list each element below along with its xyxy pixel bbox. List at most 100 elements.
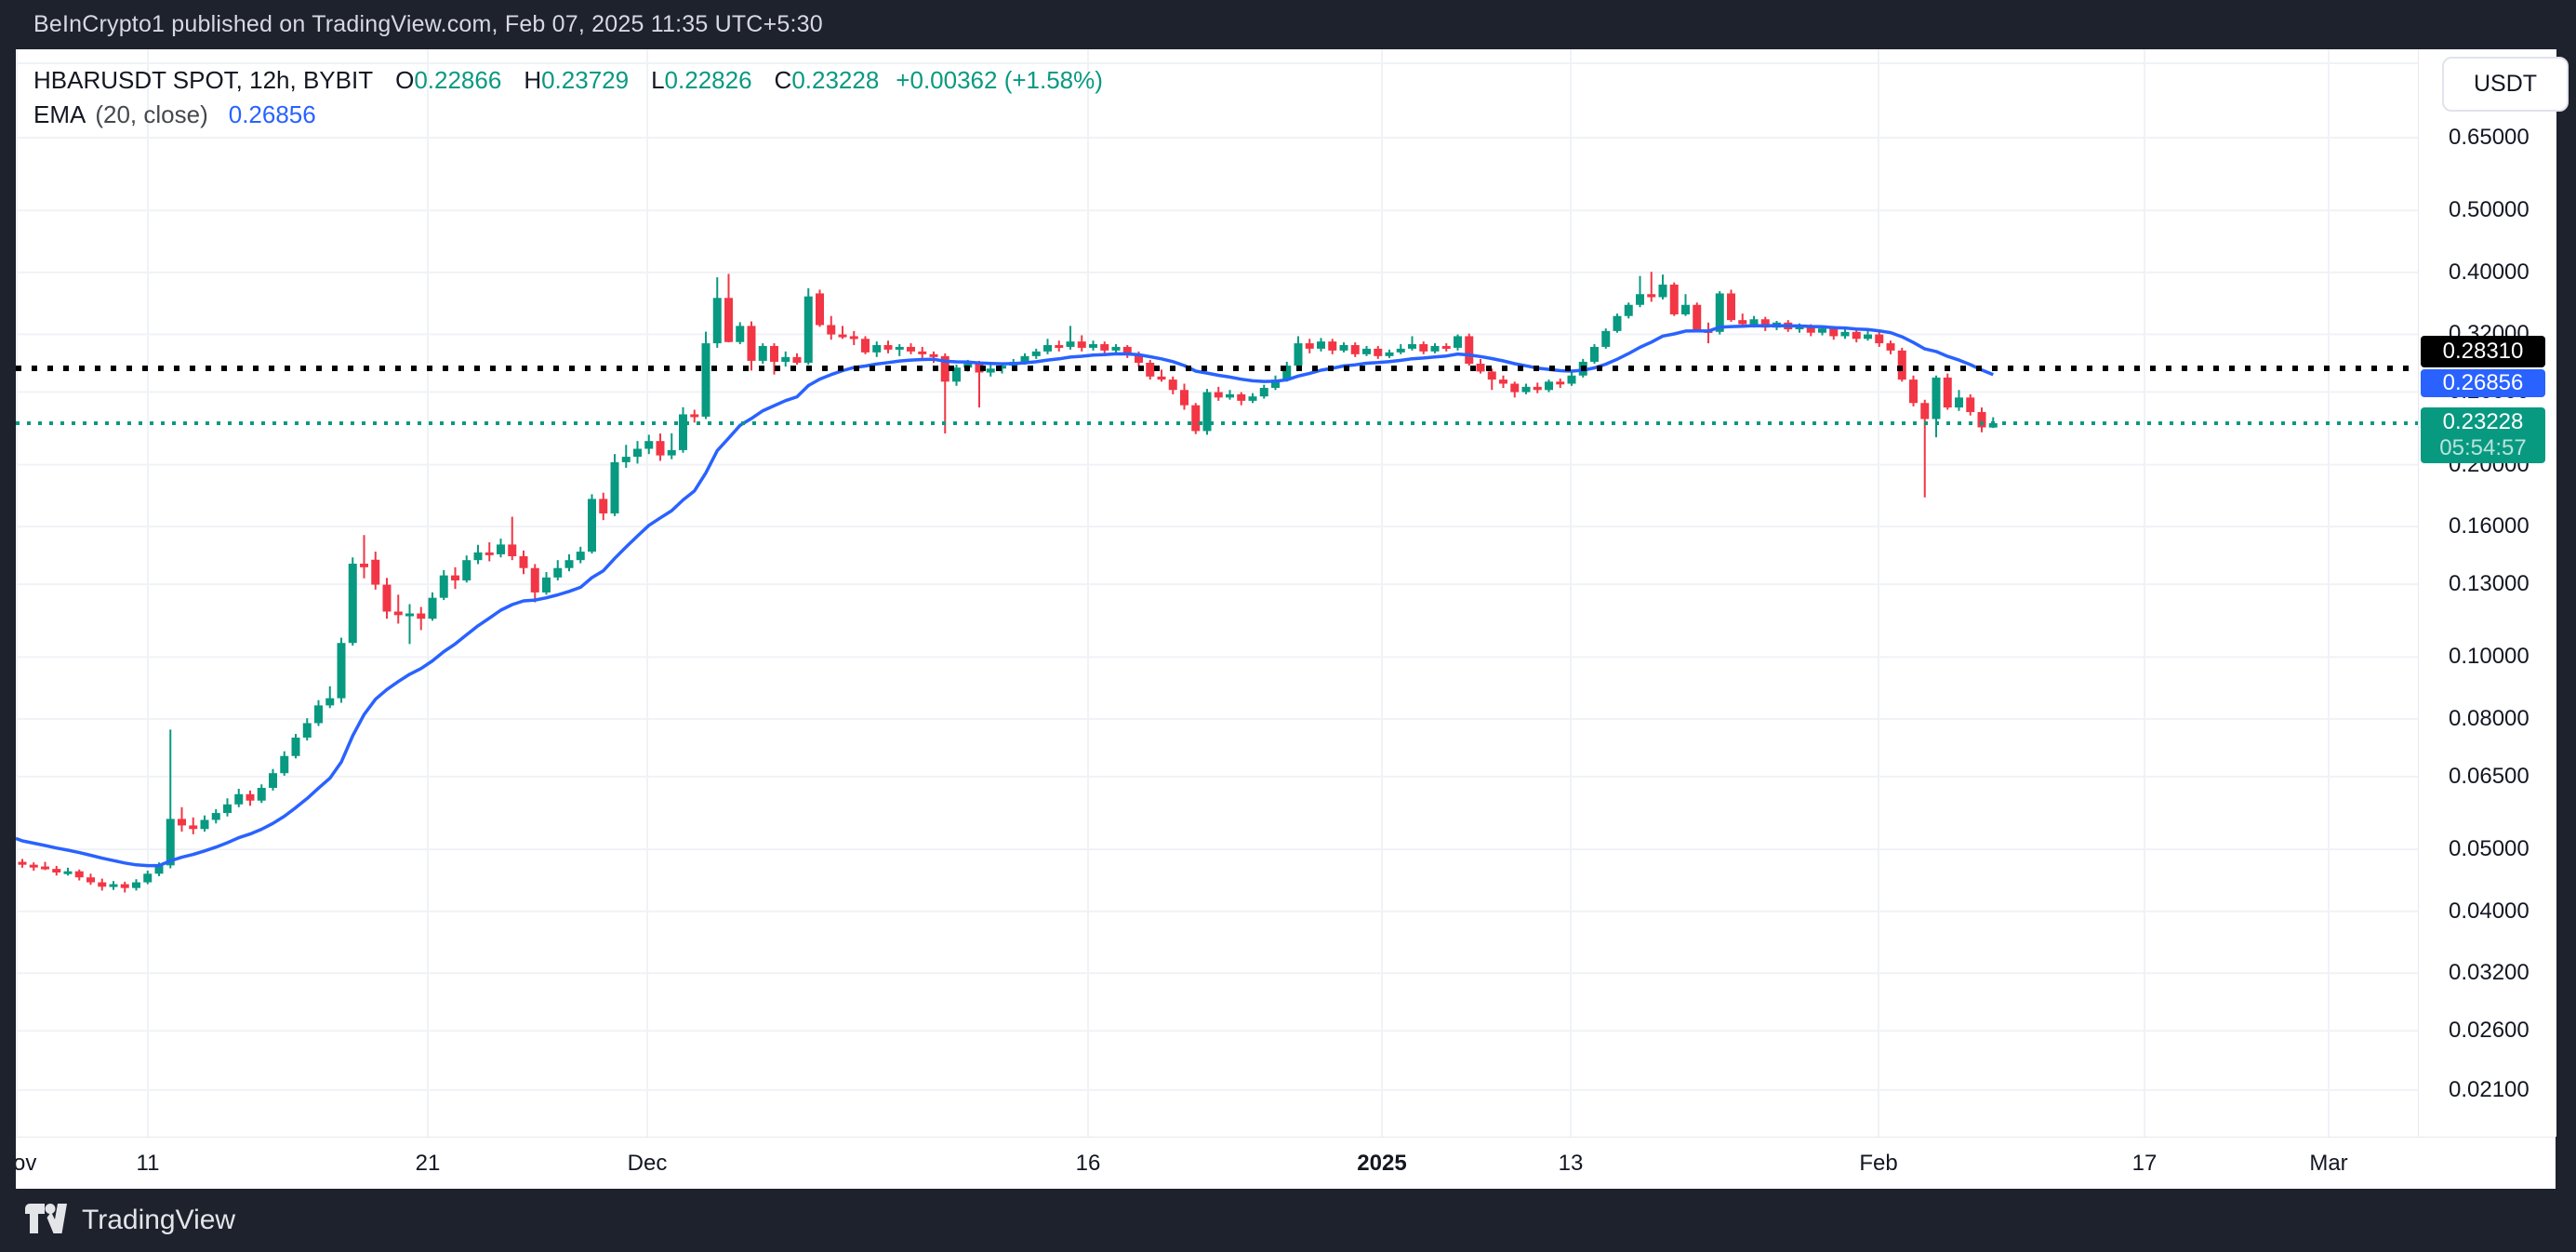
- candle-body: [1340, 345, 1348, 351]
- price-scale[interactable]: 0.021000.026000.032000.040000.050000.065…: [2418, 49, 2556, 1137]
- candle-body: [1852, 332, 1861, 339]
- candle: [1203, 389, 1212, 434]
- candle: [1625, 302, 1633, 318]
- time-tick-label: 17: [2132, 1151, 2158, 1177]
- candle-body: [1898, 351, 1906, 380]
- candle: [1556, 379, 1564, 388]
- candle: [178, 807, 186, 832]
- candle: [1636, 276, 1644, 308]
- candle-body: [303, 723, 312, 738]
- candle: [1043, 339, 1052, 354]
- candle-body: [1374, 349, 1382, 356]
- price-tick-label: 0.10000: [2449, 644, 2530, 670]
- candle-body: [1978, 412, 1986, 427]
- legend-indicator-row[interactable]: EMA (20, close) 0.26856: [33, 98, 1103, 132]
- candle: [1670, 283, 1679, 316]
- bar-countdown: 05:54:57: [2439, 435, 2526, 461]
- candle: [599, 493, 607, 520]
- candle: [1898, 348, 1906, 381]
- candle: [1681, 294, 1690, 315]
- candle: [1920, 400, 1929, 498]
- candle-body: [1556, 381, 1564, 384]
- candle: [121, 882, 129, 893]
- candle-body: [1841, 332, 1850, 337]
- candle: [839, 326, 847, 339]
- candle-body: [1568, 376, 1576, 384]
- candle: [64, 868, 73, 875]
- chart-panel[interactable]: HBARUSDT SPOT, 12h, BYBIT O0.22866 H0.23…: [16, 49, 2556, 1189]
- candle: [918, 347, 926, 358]
- candle: [1386, 350, 1394, 358]
- candle: [1100, 341, 1109, 354]
- candle-body: [1215, 393, 1223, 398]
- candle-body: [338, 643, 346, 698]
- tradingview-brand-text[interactable]: TradingView: [82, 1205, 235, 1236]
- time-tick-label: Dec: [628, 1151, 668, 1177]
- price-tick-label: 0.05000: [2449, 836, 2530, 862]
- candle-body: [816, 293, 824, 325]
- candle-body: [1067, 341, 1075, 347]
- candle: [223, 798, 232, 816]
- candle-body: [1180, 390, 1188, 405]
- candle: [1613, 313, 1622, 333]
- candle-body: [1932, 378, 1941, 420]
- candle-body: [827, 325, 835, 334]
- candle: [19, 859, 27, 867]
- candle-body: [759, 346, 767, 361]
- candle-body: [405, 614, 414, 617]
- ohlc-close: C0.23228: [775, 66, 880, 95]
- candle: [1397, 344, 1405, 354]
- candle-body: [1431, 346, 1440, 352]
- candle: [485, 542, 494, 561]
- candle: [565, 554, 574, 571]
- candle-body: [1306, 343, 1314, 349]
- price-tick-label: 0.65000: [2449, 125, 2530, 151]
- candle-body: [872, 345, 881, 353]
- candle: [1477, 359, 1485, 374]
- candle: [1909, 376, 1918, 406]
- candle: [657, 433, 665, 460]
- indicator-params: (20, close): [95, 100, 207, 129]
- candle: [1510, 381, 1519, 397]
- candle-body: [440, 576, 448, 598]
- candle: [1215, 387, 1223, 401]
- candle-body: [1920, 403, 1929, 419]
- time-scale[interactable]: Nov1121Dec16202513Feb17Mar: [16, 1137, 2556, 1190]
- candle: [474, 545, 483, 565]
- price-change: +0.00362 (+1.58%): [896, 66, 1103, 95]
- symbol-title[interactable]: HBARUSDT SPOT, 12h, BYBIT: [33, 66, 373, 95]
- time-tick-label: 11: [137, 1151, 160, 1177]
- candle: [781, 352, 790, 366]
- candle-body: [269, 773, 277, 788]
- candle-body: [679, 414, 687, 449]
- candle: [212, 809, 220, 823]
- candle-body: [668, 450, 676, 456]
- candle-body: [1317, 341, 1325, 349]
- candle-body: [1499, 380, 1507, 383]
- candle: [542, 572, 551, 594]
- candle: [440, 570, 448, 600]
- candle-body: [98, 883, 106, 887]
- candle: [611, 454, 619, 516]
- candlestick-chart[interactable]: [16, 49, 2556, 1189]
- candle-body: [657, 441, 665, 455]
- candle-body: [1249, 396, 1257, 401]
- candle: [349, 557, 357, 646]
- candle-body: [1659, 285, 1667, 298]
- candle-body: [30, 865, 38, 868]
- candle-body: [1545, 381, 1553, 390]
- candle: [1408, 336, 1416, 350]
- legend-symbol-row[interactable]: HBARUSDT SPOT, 12h, BYBIT O0.22866 H0.23…: [33, 63, 1103, 98]
- price-tick-label: 0.16000: [2449, 513, 2530, 539]
- candle-body: [1454, 336, 1462, 347]
- candle: [451, 567, 459, 589]
- candle-body: [633, 448, 642, 457]
- currency-toggle-button[interactable]: USDT: [2442, 57, 2569, 112]
- candle: [1499, 376, 1507, 388]
- candle: [1693, 302, 1701, 332]
- candle-body: [1032, 352, 1041, 356]
- candle: [246, 791, 255, 806]
- candle-body: [1100, 344, 1109, 351]
- candle-body: [736, 326, 744, 341]
- tradingview-logo-icon[interactable]: [24, 1204, 67, 1238]
